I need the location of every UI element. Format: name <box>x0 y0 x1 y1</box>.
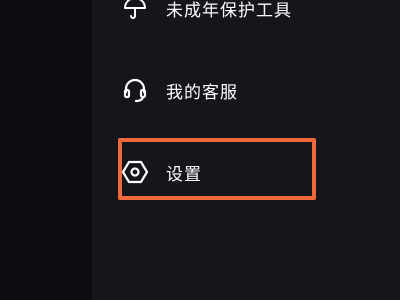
side-menu: 未成年保护工具 我的客服 设置 <box>92 0 400 300</box>
menu-item-label: 我的客服 <box>166 82 238 103</box>
left-dark-strip <box>0 0 92 300</box>
umbrella-icon <box>122 0 148 21</box>
menu-item-label: 未成年保护工具 <box>166 0 292 21</box>
highlight-box <box>118 138 316 200</box>
headset-icon <box>122 77 148 103</box>
menu-item-customer-service[interactable]: 我的客服 <box>122 70 238 110</box>
menu-item-minor-protection[interactable]: 未成年保护工具 <box>122 0 292 28</box>
